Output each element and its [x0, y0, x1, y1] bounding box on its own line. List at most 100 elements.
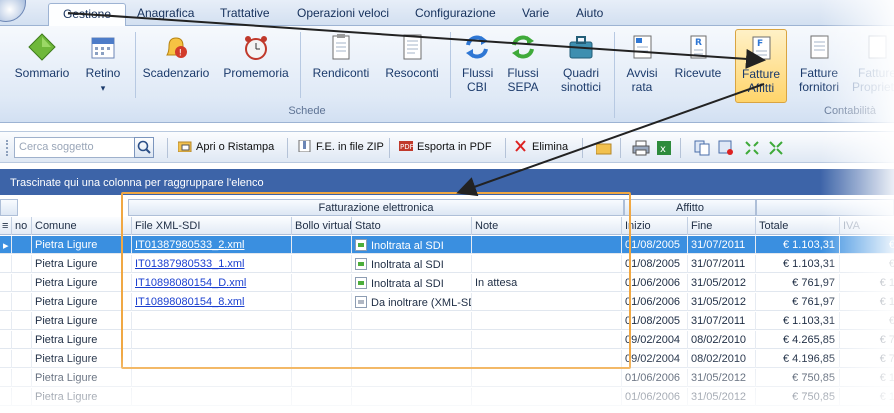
fatture-affitti-button[interactable]: F Fatture Affitti [735, 29, 787, 103]
search-icon[interactable] [134, 137, 154, 158]
cell-file-xml-sdi[interactable] [132, 312, 292, 330]
flussi-cbi-button[interactable]: Flussi CBI [456, 32, 498, 94]
col-stato[interactable]: Stato [352, 217, 472, 235]
cell-file-xml-sdi[interactable] [132, 350, 292, 368]
pending-status-icon [355, 296, 367, 308]
quadri-sinottici-button[interactable]: Quadri sinottici [552, 32, 610, 94]
filter-icon[interactable] [718, 140, 734, 159]
cell-file-xml-sdi[interactable] [132, 369, 292, 387]
col-fine[interactable]: Fine [688, 217, 756, 235]
cell-totale: € 761,97 [756, 274, 840, 292]
app-menu-button[interactable] [0, 0, 26, 22]
tab-operazioni-veloci[interactable]: Operazioni veloci [297, 6, 389, 20]
band-affitto[interactable]: Affitto [624, 199, 756, 216]
cell-comune: Pietra Ligure [32, 331, 132, 349]
toolbar-separator [582, 138, 583, 158]
toolbar-grip[interactable] [6, 140, 9, 156]
notice-icon [627, 32, 657, 62]
rendiconti-button[interactable]: Rendiconti [308, 32, 374, 80]
tab-anagrafica[interactable]: Anagrafica [137, 6, 194, 20]
col-bollo-virtual[interactable]: Bollo virtual [292, 217, 352, 235]
cell-note: In attesa [472, 274, 622, 292]
cell-totale: € 1.103,31 [756, 236, 840, 254]
col-no[interactable]: no [12, 217, 32, 235]
collapse-icon[interactable] [768, 140, 784, 159]
cell-bollo-virtual [292, 255, 352, 273]
tab-configurazione[interactable]: Configurazione [415, 6, 496, 20]
promemoria-button[interactable]: Promemoria [220, 32, 292, 80]
tab-varie[interactable]: Varie [522, 6, 549, 20]
cell-comune: Pietra Ligure [32, 388, 132, 406]
fe-zip-button[interactable]: F.E. in file ZIP [298, 139, 384, 153]
cell-row-indicator [0, 255, 12, 273]
sent-status-icon [355, 239, 367, 251]
col-totale[interactable]: Totale [756, 217, 840, 235]
col-inizio[interactable]: Inizio [622, 217, 688, 235]
search-input[interactable]: Cerca soggetto [14, 137, 154, 158]
sommario-button[interactable]: Sommario [12, 32, 72, 80]
elimina-button[interactable]: Elimina [514, 140, 568, 153]
cell-file-xml-sdi[interactable]: IT10898080154_8.xml [132, 293, 292, 311]
col-file-xml-sdi[interactable]: File XML-SDI [132, 217, 292, 235]
copy-icon[interactable] [694, 140, 710, 159]
expand-icon[interactable] [744, 140, 760, 159]
table-row[interactable]: Pietra Ligure 09/02/2004 08/02/2010 € 4.196… [0, 350, 894, 368]
cell-fine: 31/05/2012 [688, 293, 756, 311]
retino-button[interactable]: Retino ▾ [80, 32, 126, 95]
column-chooser-icon[interactable]: ≡ [0, 217, 12, 235]
cell-no [12, 350, 32, 368]
cell-file-xml-sdi[interactable] [132, 388, 292, 406]
excel-icon[interactable]: x [656, 140, 672, 159]
table-row[interactable]: Pietra Ligure IT10898080154_8.xml Da inolt… [0, 293, 894, 311]
cell-bollo-virtual [292, 293, 352, 311]
xml-file-link[interactable]: IT10898080154_8.xml [135, 296, 244, 308]
apri-ristampa-button[interactable]: Apri o Ristampa [177, 140, 274, 153]
col-iva[interactable]: IVA [840, 217, 894, 235]
svg-text:PDF: PDF [400, 143, 413, 151]
band-selector [0, 199, 18, 216]
avvisi-rata-button[interactable]: Avvisi rata [620, 32, 664, 94]
resoconti-button[interactable]: Resoconti [380, 32, 444, 80]
tab-aiuto[interactable]: Aiuto [576, 6, 603, 20]
col-note[interactable]: Note [472, 217, 622, 235]
table-row[interactable]: Pietra Ligure 01/08/2005 31/07/2011 € 1.103… [0, 312, 894, 330]
cell-iva: € [840, 236, 894, 254]
xml-file-link[interactable]: IT10898080154_D.xml [135, 277, 246, 289]
cell-file-xml-sdi[interactable] [132, 331, 292, 349]
table-row[interactable]: Pietra Ligure IT10898080154_D.xml Inoltrat… [0, 274, 894, 292]
esporta-pdf-button[interactable]: PDF Esporta in PDF [399, 140, 492, 153]
col-comune[interactable]: Comune [32, 217, 132, 235]
cell-note [472, 293, 622, 311]
cell-bollo-virtual [292, 236, 352, 254]
cell-file-xml-sdi[interactable]: IT01387980533_2.xml [132, 236, 292, 254]
cell-no [12, 274, 32, 292]
table-row[interactable]: Pietra Ligure 01/06/2006 31/05/2012 € 750,8… [0, 388, 894, 406]
table-row[interactable]: Pietra Ligure IT01387980533_1.xml Inoltrat… [0, 255, 894, 273]
group-by-panel[interactable]: Trascinate qui una colonna per raggruppa… [0, 169, 894, 195]
invoice-owners-icon [862, 32, 892, 62]
cell-row-indicator [0, 369, 12, 387]
ricevute-button[interactable]: R Ricevute [670, 32, 726, 80]
table-row[interactable]: Pietra Ligure 01/06/2006 31/05/2012 € 750,8… [0, 369, 894, 387]
table-row[interactable]: ▸ Pietra Ligure IT01387980533_2.xml Inoltra… [0, 236, 894, 254]
refresh-blue-icon [462, 32, 492, 62]
zip-icon [298, 139, 312, 153]
flussi-sepa-button[interactable]: Flussi SEPA [502, 32, 544, 94]
cell-comune: Pietra Ligure [32, 293, 132, 311]
cell-file-xml-sdi[interactable]: IT01387980533_1.xml [132, 255, 292, 273]
fatture-fornitori-button[interactable]: Fatture fornitori [792, 32, 846, 94]
band-fatturazione-elettronica[interactable]: Fatturazione elettronica [128, 199, 624, 216]
status-text: Inoltrata al SDI [371, 259, 444, 271]
scadenzario-button[interactable]: ! Scadenzario [140, 32, 212, 80]
tab-gestione[interactable]: Gestione [48, 3, 127, 27]
print-icon[interactable] [632, 140, 650, 159]
folder-icon[interactable] [595, 141, 612, 158]
xml-file-link[interactable]: IT01387980533_2.xml [135, 239, 244, 251]
cell-file-xml-sdi[interactable]: IT10898080154_D.xml [132, 274, 292, 292]
tab-trattative[interactable]: Trattative [220, 6, 270, 20]
fatture-proprietari-button[interactable]: Fatture Proprietari [850, 32, 894, 94]
cell-no [12, 293, 32, 311]
menu-bar: Gestione Anagrafica Trattative Operazion… [0, 0, 894, 27]
table-row[interactable]: Pietra Ligure 09/02/2004 08/02/2010 € 4.265… [0, 331, 894, 349]
xml-file-link[interactable]: IT01387980533_1.xml [135, 258, 244, 270]
